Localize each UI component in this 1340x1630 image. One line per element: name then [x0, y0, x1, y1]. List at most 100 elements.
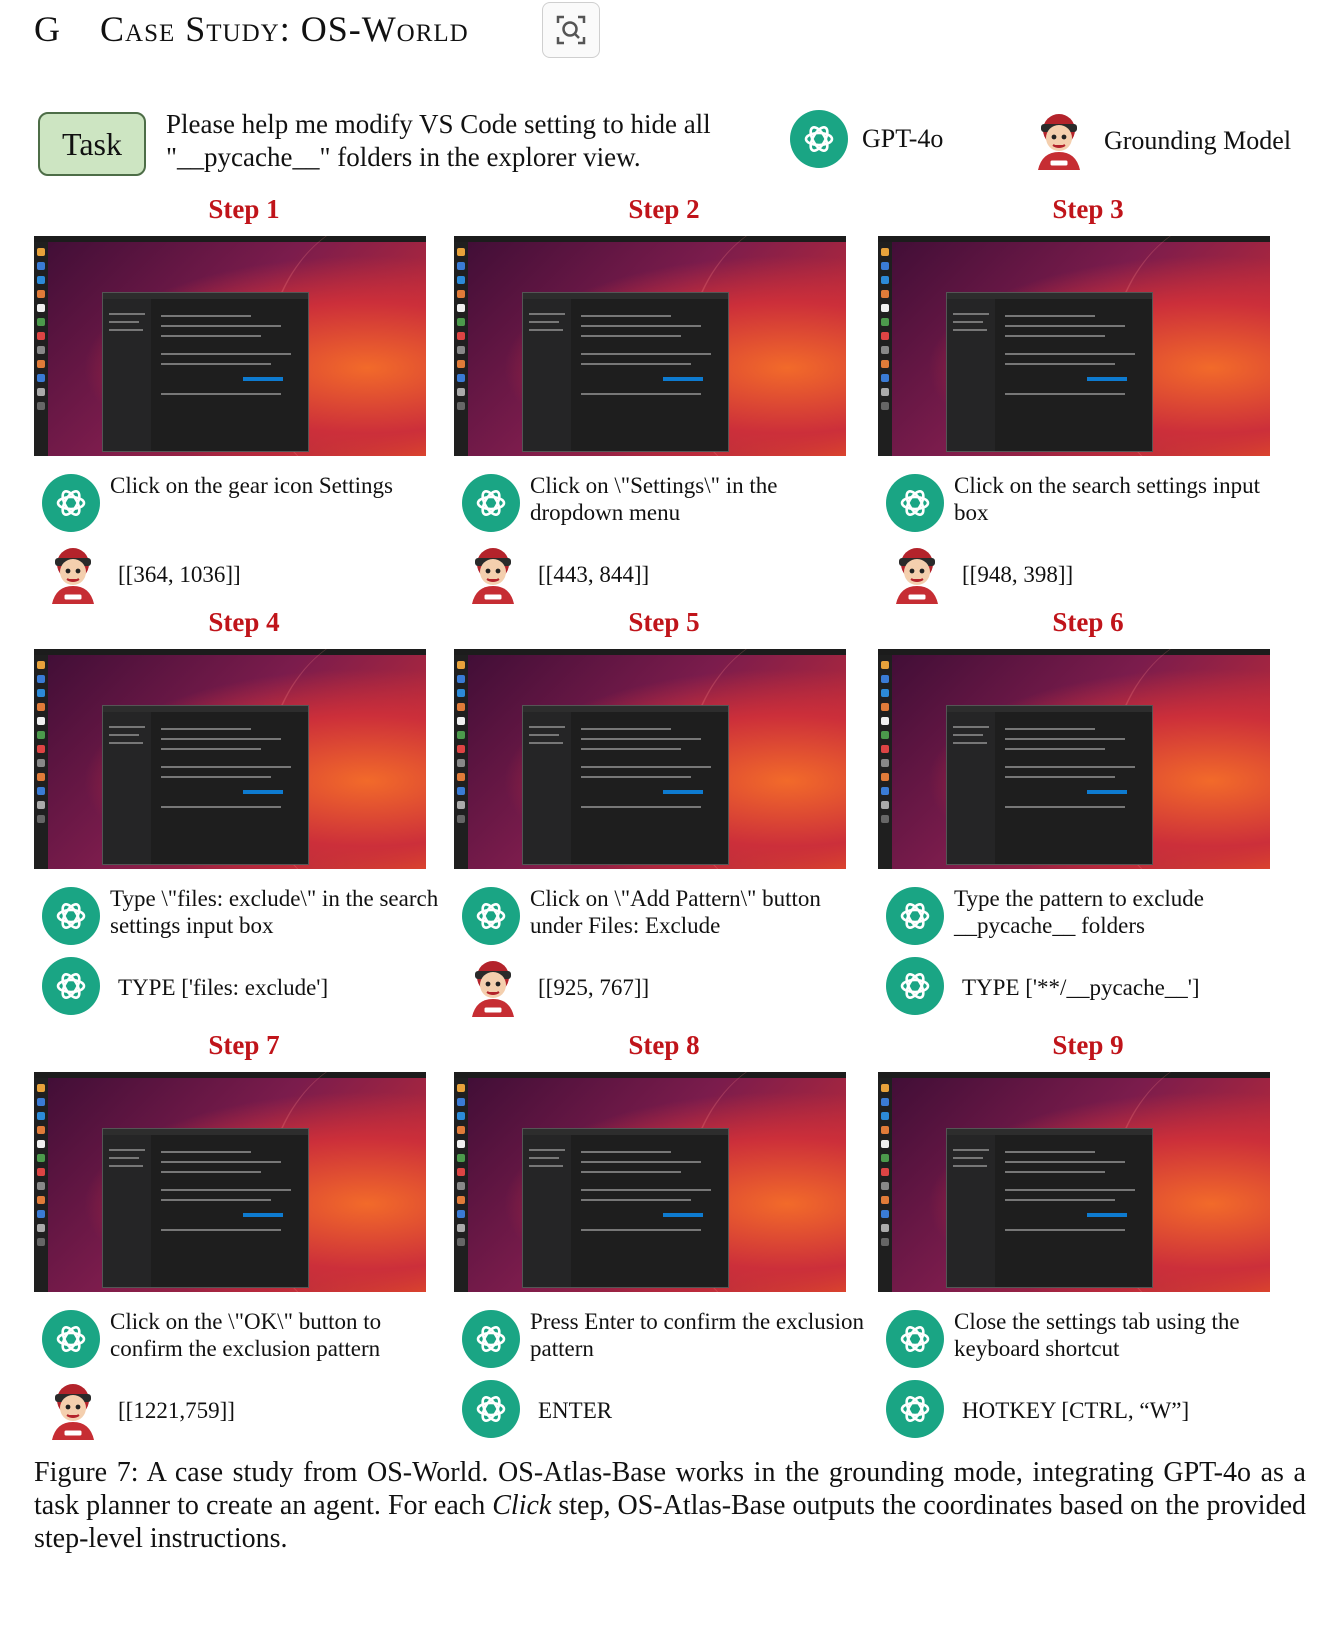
output-text: ENTER: [538, 1398, 613, 1423]
gpt-logo-icon: [886, 474, 944, 532]
step-output: TYPE ['files: exclude']: [34, 953, 454, 1017]
planner-action: Click on the search settings input box: [878, 472, 1298, 536]
legend-grounder-label: Grounding Model: [1104, 126, 1292, 155]
planner-action: Type \"files: exclude\" in the search se…: [34, 885, 454, 949]
step-card: Step 6 Type the pattern to exclude __pyca…: [878, 607, 1298, 1017]
grounding-model-avatar-icon: [52, 1384, 94, 1440]
step-card: Step 4 Type \"files: exclude\" in the sea…: [34, 607, 454, 1017]
action-text: Close the settings tab using the keyboar…: [954, 1309, 1240, 1361]
step-output: [[1221,759]]: [34, 1376, 454, 1440]
action-text: Type \"files: exclude\" in the search se…: [110, 886, 439, 938]
legend-grounder: Grounding Model: [1028, 110, 1291, 172]
step-screenshot: [34, 236, 426, 456]
step-output: [[948, 398]]: [878, 540, 1298, 604]
output-text: [[364, 1036]]: [118, 562, 241, 587]
step-screenshot: [454, 649, 846, 869]
step-output: ENTER: [454, 1376, 874, 1440]
vscode-window: [946, 292, 1153, 452]
action-text: Click on \"Settings\" in the dropdown me…: [530, 473, 778, 525]
step-output: [[443, 844]]: [454, 540, 874, 604]
task-badge: Task: [38, 112, 146, 176]
gpt-logo-icon: [886, 1380, 944, 1438]
action-text: Click on the gear icon Settings: [110, 473, 393, 498]
legend-planner: GPT-4o: [790, 110, 943, 168]
gpt-logo-icon: [886, 1310, 944, 1368]
planner-action: Type the pattern to exclude __pycache__ …: [878, 885, 1298, 949]
planner-action: Click on \"Settings\" in the dropdown me…: [454, 472, 874, 536]
section-header: G Case Study: OS-World: [34, 8, 469, 50]
vscode-window: [946, 1128, 1153, 1288]
action-text: Click on the \"OK\" button to confirm th…: [110, 1309, 382, 1361]
gpt-logo-icon: [42, 474, 100, 532]
step-screenshot: [878, 649, 1270, 869]
vscode-window: [522, 1128, 729, 1288]
gpt-logo-icon: [42, 887, 100, 945]
vscode-window: [102, 292, 309, 452]
grounding-model-avatar-icon: [1038, 114, 1080, 170]
step-card: Step 9 Close the settings tab using the k…: [878, 1030, 1298, 1440]
gpt-logo-icon: [886, 887, 944, 945]
step-card: Step 5 Click on \"Add Pattern\" button un…: [454, 607, 874, 1017]
vscode-window: [522, 292, 729, 452]
legend-planner-label: GPT-4o: [862, 124, 944, 153]
gpt-logo-icon: [886, 957, 944, 1015]
grounding-model-avatar-icon: [896, 548, 938, 604]
figure-caption: Figure 7: A case study from OS-World. OS…: [34, 1457, 1306, 1554]
output-text: [[443, 844]]: [538, 562, 650, 587]
output-text: [[948, 398]]: [962, 562, 1074, 587]
step-screenshot: [878, 1072, 1270, 1292]
task-instruction: Please help me modify VS Code setting to…: [166, 109, 711, 172]
step-title: Step 6: [1052, 607, 1124, 637]
planner-action: Close the settings tab using the keyboar…: [878, 1308, 1298, 1372]
vscode-window: [102, 1128, 309, 1288]
step-screenshot: [34, 649, 426, 869]
step-title: Step 9: [1052, 1030, 1124, 1060]
grounding-model-avatar-icon: [472, 548, 514, 604]
gpt-logo-icon: [462, 474, 520, 532]
step-card: Step 3 Click on the search settings input…: [878, 194, 1298, 604]
step-screenshot: [454, 1072, 846, 1292]
step-title: Step 1: [208, 194, 280, 224]
gpt-logo-icon: [462, 1380, 520, 1438]
output-text: TYPE ['**/__pycache__']: [962, 975, 1200, 1000]
grounding-model-avatar-icon: [52, 548, 94, 604]
step-output: [[364, 1036]]: [34, 540, 454, 604]
action-text: Press Enter to confirm the exclusion pat…: [530, 1309, 865, 1361]
section-title: Case Study: OS-World: [100, 9, 469, 49]
grounding-model-avatar-icon: [472, 961, 514, 1017]
action-text: Type the pattern to exclude __pycache__ …: [954, 886, 1205, 938]
step-output: HOTKEY [CTRL, “W”]: [878, 1376, 1298, 1440]
planner-action: Click on the \"OK\" button to confirm th…: [34, 1308, 454, 1372]
gpt-logo-icon: [462, 1310, 520, 1368]
step-title: Step 3: [1052, 194, 1124, 224]
gpt-logo-icon: [42, 957, 100, 1015]
step-card: Step 1 Click on the gear icon Settings [[3…: [34, 194, 454, 604]
gpt-logo-icon: [790, 110, 848, 168]
step-output: [[925, 767]]: [454, 953, 874, 1017]
step-title: Step 2: [628, 194, 700, 224]
step-card: Step 8 Press Enter to confirm the exclusi…: [454, 1030, 874, 1440]
step-title: Step 5: [628, 607, 700, 637]
output-text: HOTKEY [CTRL, “W”]: [962, 1398, 1190, 1423]
step-output: TYPE ['**/__pycache__']: [878, 953, 1298, 1017]
output-text: TYPE ['files: exclude']: [118, 975, 329, 1000]
step-title: Step 7: [208, 1030, 280, 1060]
vscode-window: [946, 705, 1153, 865]
gpt-logo-icon: [462, 887, 520, 945]
search-icon[interactable]: [542, 2, 600, 58]
step-screenshot: [878, 236, 1270, 456]
action-text: Click on the search settings input box: [954, 473, 1260, 525]
planner-action: Click on \"Add Pattern\" button under Fi…: [454, 885, 874, 949]
step-card: Step 7 Click on the \"OK\" button to conf…: [34, 1030, 454, 1440]
action-text: Click on \"Add Pattern\" button under Fi…: [530, 886, 821, 938]
output-text: [[925, 767]]: [538, 975, 650, 1000]
vscode-window: [102, 705, 309, 865]
section-letter: G: [34, 9, 60, 49]
vscode-window: [522, 705, 729, 865]
step-screenshot: [454, 236, 846, 456]
step-screenshot: [34, 1072, 426, 1292]
step-title: Step 8: [628, 1030, 700, 1060]
gpt-logo-icon: [42, 1310, 100, 1368]
step-title: Step 4: [208, 607, 280, 637]
planner-action: Press Enter to confirm the exclusion pat…: [454, 1308, 874, 1372]
